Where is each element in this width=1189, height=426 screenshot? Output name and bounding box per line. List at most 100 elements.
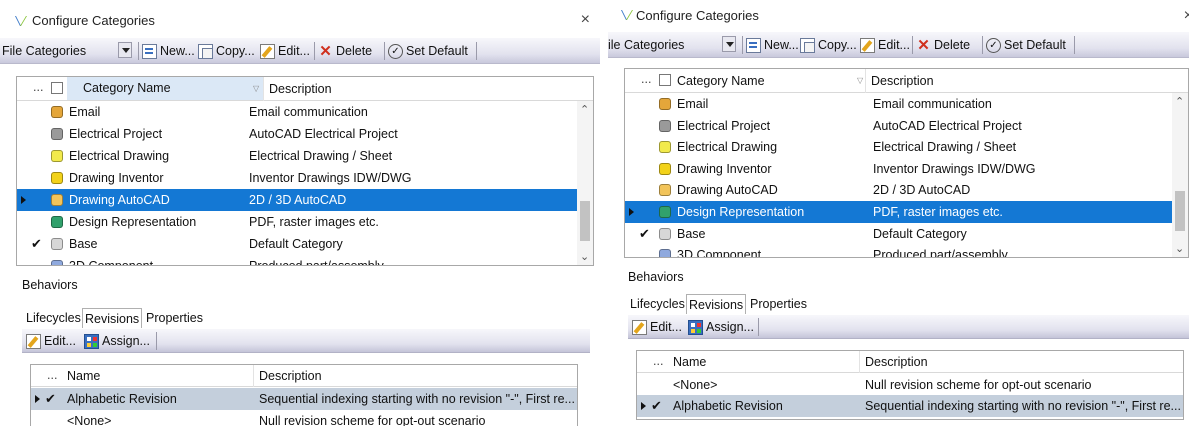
category-row[interactable]: Drawing AutoCAD 2D / 3D AutoCAD xyxy=(625,179,1174,201)
category-description: 2D / 3D AutoCAD xyxy=(873,183,971,198)
copy-label: Copy... xyxy=(818,38,857,52)
dialog-right: Configure Categories × ile Categories Ne… xyxy=(608,0,1189,426)
name-column-header[interactable]: Name xyxy=(67,369,100,383)
category-row[interactable]: Design Representation PDF, raster images … xyxy=(625,201,1174,223)
category-name: Drawing Inventor xyxy=(69,171,164,185)
tab-lifecycles[interactable]: Lifecycles xyxy=(628,294,687,314)
table-row[interactable]: <None> Null revision scheme for opt-out … xyxy=(637,374,1183,396)
vertical-scrollbar[interactable]: ⌃ ⌄ xyxy=(1172,93,1188,257)
category-grid[interactable]: ... Category Name ▽ Description Email Ema… xyxy=(624,68,1189,258)
category-color-swatch xyxy=(659,162,671,175)
description-column-header[interactable]: Description xyxy=(259,369,322,383)
set-default-label: Set Default xyxy=(1004,38,1066,52)
default-checkmark-icon: ✔ xyxy=(31,236,42,251)
set-default-button[interactable]: ✓ Set Default xyxy=(986,36,1066,54)
category-type-combo[interactable]: File Categories xyxy=(2,44,86,58)
category-color-swatch xyxy=(659,141,671,154)
checkmark-circle-icon: ✓ xyxy=(388,43,403,59)
category-row[interactable]: 3D Component Produced part/assembly xyxy=(17,255,579,265)
edit-label: Edit... xyxy=(278,44,310,58)
edit-label: Edit... xyxy=(650,320,682,334)
scroll-down-icon[interactable]: ⌄ xyxy=(1175,242,1184,255)
edit-button[interactable]: Edit... xyxy=(860,36,910,54)
scroll-thumb[interactable] xyxy=(580,201,590,241)
category-name: Email xyxy=(677,97,709,111)
scroll-up-icon[interactable]: ⌃ xyxy=(580,103,589,116)
close-icon[interactable]: × xyxy=(1184,7,1189,25)
category-row[interactable]: Drawing AutoCAD 2D / 3D AutoCAD xyxy=(17,189,579,211)
table-row[interactable]: ✔ Alphabetic Revision Sequential indexin… xyxy=(637,395,1183,417)
description-column-header[interactable]: Description xyxy=(269,82,332,96)
tab-lifecycles[interactable]: Lifecycles xyxy=(24,308,83,328)
name-column-header[interactable]: Name xyxy=(673,355,706,369)
delete-button[interactable]: ✕ Delete xyxy=(916,36,970,54)
category-name: Electrical Project xyxy=(677,118,771,133)
edit-button[interactable]: Edit... xyxy=(260,42,310,60)
copy-button[interactable]: Copy... xyxy=(198,42,255,60)
behavior-toolbar: Edit... Assign... xyxy=(628,315,1189,339)
category-row[interactable]: Design Representation PDF, raster images … xyxy=(17,211,579,233)
vertical-scrollbar[interactable]: ⌃ ⌄ xyxy=(577,101,593,265)
set-default-label: Set Default xyxy=(406,44,468,58)
revisions-grid[interactable]: ... Name Description ✔ Alphabetic Revisi… xyxy=(30,364,578,426)
category-name: Email xyxy=(69,105,101,119)
category-description: AutoCAD Electrical Project xyxy=(249,127,398,141)
scroll-thumb[interactable] xyxy=(1175,191,1185,231)
tab-revisions[interactable]: Revisions xyxy=(82,308,143,328)
category-row[interactable]: Electrical Drawing Electrical Drawing / S… xyxy=(17,145,579,167)
toolbar-separator xyxy=(912,36,913,54)
assign-icon xyxy=(688,319,703,335)
category-row[interactable]: Email Email communication xyxy=(17,101,579,123)
copy-icon xyxy=(198,43,213,59)
combo-dropdown-icon[interactable] xyxy=(722,36,736,52)
title-bar: Configure Categories × xyxy=(0,0,600,36)
category-color-swatch xyxy=(659,98,671,110)
category-row[interactable]: Electrical Project AutoCAD Electrical Pro… xyxy=(17,123,579,145)
assign-button[interactable]: Assign... xyxy=(688,318,754,336)
vault-app-icon xyxy=(621,10,633,20)
combo-dropdown-icon[interactable] xyxy=(118,42,132,58)
description-column-header[interactable]: Description xyxy=(871,74,934,88)
new-button[interactable]: New... xyxy=(746,36,799,54)
revision-name: Alphabetic Revision xyxy=(673,399,783,413)
checkmark-icon: ✔ xyxy=(651,398,662,413)
category-row[interactable]: Email Email communication xyxy=(625,93,1174,115)
revisions-grid[interactable]: ... Name Description <None> Null revisio… xyxy=(636,350,1184,420)
category-name: Drawing Inventor xyxy=(677,161,772,176)
scroll-down-icon[interactable]: ⌄ xyxy=(580,250,589,263)
sort-indicator-icon: ▽ xyxy=(857,76,864,85)
tab-revisions[interactable]: Revisions xyxy=(686,294,747,314)
table-row[interactable]: <None> Null revision scheme for opt-out … xyxy=(31,410,577,426)
category-row[interactable]: Electrical Drawing Electrical Drawing / S… xyxy=(625,136,1174,158)
category-row[interactable]: ✔ Base Default Category xyxy=(17,233,579,255)
assign-label: Assign... xyxy=(102,334,150,348)
close-icon[interactable]: × xyxy=(581,11,590,29)
category-row[interactable]: Electrical Project AutoCAD Electrical Pro… xyxy=(625,115,1174,137)
category-color-swatch xyxy=(659,184,671,197)
scroll-up-icon[interactable]: ⌃ xyxy=(1175,95,1184,108)
category-row[interactable]: 3D Component Produced part/assembly xyxy=(625,244,1174,257)
behavior-edit-button[interactable]: Edit... xyxy=(632,318,682,336)
new-button[interactable]: New... xyxy=(142,42,195,60)
revisions-header: ... Name Description xyxy=(31,365,577,387)
tab-properties[interactable]: Properties xyxy=(144,308,205,328)
tab-properties[interactable]: Properties xyxy=(748,294,809,314)
behavior-edit-button[interactable]: Edit... xyxy=(26,332,76,350)
category-name-column-header[interactable]: Category Name xyxy=(67,77,263,100)
delete-button[interactable]: ✕ Delete xyxy=(318,42,372,60)
category-name-column-header[interactable]: Category Name xyxy=(677,74,765,88)
category-row[interactable]: Drawing Inventor Inventor Drawings IDW/DW… xyxy=(17,167,579,189)
copy-button[interactable]: Copy... xyxy=(800,36,857,54)
assign-button[interactable]: Assign... xyxy=(84,332,150,350)
set-default-button[interactable]: ✓ Set Default xyxy=(388,42,468,60)
category-row[interactable]: ✔ Base Default Category xyxy=(625,223,1174,245)
description-column-header[interactable]: Description xyxy=(865,355,928,369)
select-all-checkbox[interactable] xyxy=(51,82,63,94)
category-grid[interactable]: ... Category Name ▽ Description Email Ema… xyxy=(16,76,594,266)
current-row-icon xyxy=(21,196,26,204)
category-type-combo[interactable]: ile Categories xyxy=(608,38,684,52)
table-row[interactable]: ✔ Alphabetic Revision Sequential indexin… xyxy=(31,388,577,410)
category-row[interactable]: Drawing Inventor Inventor Drawings IDW/DW… xyxy=(625,158,1174,180)
select-all-checkbox[interactable] xyxy=(659,74,671,86)
category-color-swatch xyxy=(659,206,671,218)
